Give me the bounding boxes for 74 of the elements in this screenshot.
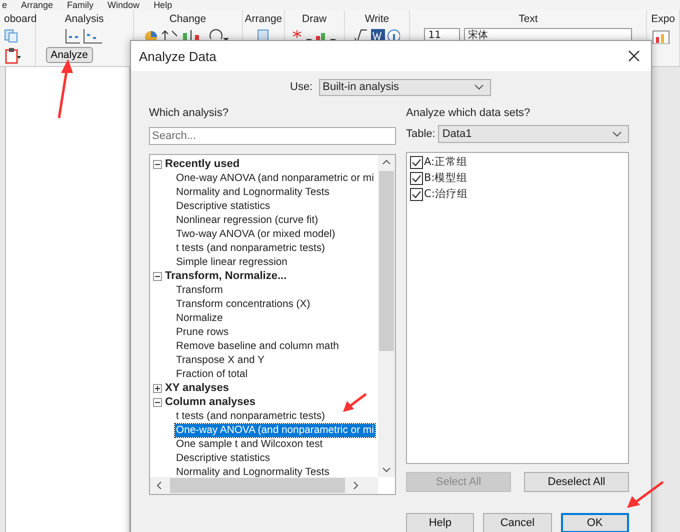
ribbon-group-label: Text (518, 13, 538, 25)
annotation-arrow (625, 480, 665, 510)
deselect-all-button[interactable]: Deselect All (524, 472, 629, 492)
analyze-button[interactable]: Analyze (46, 47, 93, 63)
tree-item[interactable]: One sample t and Wilcoxon test (175, 438, 324, 450)
tree-item[interactable]: Transform concentrations (X) (175, 298, 312, 310)
tree-item[interactable]: Transpose X and Y (175, 354, 266, 366)
scroll-up-icon[interactable] (382, 159, 391, 165)
tree-item[interactable]: Nonlinear regression (curve fit) (175, 214, 320, 226)
tree-category[interactable]: Recently used (165, 158, 240, 170)
dialog-button[interactable]: Help (406, 513, 474, 532)
tree-item[interactable]: t tests (and nonparametric tests) (175, 410, 326, 422)
menu-item[interactable]: e (2, 0, 8, 10)
close-icon[interactable] (627, 49, 641, 63)
chevron-down-icon (612, 131, 622, 137)
vertical-scrollbar[interactable] (378, 155, 395, 477)
tree-category[interactable]: Column analyses (165, 396, 256, 408)
collapse-icon[interactable] (153, 398, 162, 406)
menu-item[interactable]: Family (67, 0, 94, 10)
tree-item[interactable]: Descriptive statistics (175, 452, 272, 464)
tree-item[interactable]: Simple linear regression (175, 256, 288, 268)
export-icon[interactable] (651, 28, 672, 44)
chart-lines-icon[interactable] (64, 28, 104, 44)
menu-item[interactable]: Help (154, 0, 172, 10)
tree-item[interactable]: t tests (and nonparametric tests) (175, 242, 326, 254)
chevron-down-icon (474, 84, 484, 90)
tree-item[interactable]: One-way ANOVA (and nonparametric or mi (175, 172, 375, 184)
use-dropdown[interactable]: Built-in analysis (318, 78, 491, 96)
ribbon-group-label: Change (169, 13, 206, 25)
use-label: Use: (290, 81, 313, 93)
tree-item[interactable]: Two-way ANOVA (or mixed model) (175, 228, 336, 240)
table-label: Table: (406, 128, 436, 140)
dialog-button[interactable]: Cancel (483, 513, 552, 532)
checkbox[interactable] (410, 156, 423, 168)
tree-item[interactable]: Transform (175, 284, 224, 296)
checkbox[interactable] (410, 172, 423, 184)
tree-item[interactable]: Normality and Lognormality Tests (175, 186, 330, 198)
ribbon-group-label: Expo (651, 13, 675, 25)
scroll-down-icon[interactable] (382, 467, 391, 473)
copy-icon[interactable] (4, 29, 18, 43)
tree-item[interactable]: Prune rows (175, 326, 230, 338)
search-field[interactable]: Search... (149, 127, 396, 145)
tree-category[interactable]: Transform, Normalize... (165, 270, 287, 282)
checkbox[interactable] (410, 188, 423, 200)
tree-item[interactable]: Normality and Lognormality Tests (175, 466, 330, 477)
collapse-icon[interactable] (153, 272, 162, 280)
dialog-button[interactable]: OK (560, 513, 630, 532)
datasets-label: Analyze which data sets? (406, 106, 532, 120)
menu-item[interactable]: Arrange (21, 0, 54, 10)
tree-category[interactable]: XY analyses (165, 382, 230, 394)
tree-item[interactable]: Descriptive statistics (175, 200, 272, 212)
scroll-left-icon[interactable] (156, 481, 162, 490)
expand-icon[interactable] (153, 384, 162, 392)
horizontal-scrollbar[interactable] (150, 477, 378, 494)
ribbon-group-label: Write (364, 13, 390, 25)
which-analysis-label: Which analysis? (149, 106, 230, 120)
tree-item[interactable]: Remove baseline and column math (175, 340, 340, 352)
ribbon-group-label: Analysis (64, 13, 104, 25)
paste-icon[interactable] (4, 47, 22, 65)
dataset-label[interactable]: B:模型组 (424, 171, 468, 185)
tree-item[interactable]: Fraction of total (175, 368, 249, 380)
tree-item[interactable]: One-way ANOVA (and nonparametric or mi (175, 424, 375, 436)
dataset-label[interactable]: C:治疗组 (424, 187, 468, 201)
tree-item[interactable]: Normalize (175, 312, 224, 324)
table-dropdown[interactable]: Data1 (438, 125, 629, 143)
collapse-icon[interactable] (153, 160, 162, 168)
dataset-label[interactable]: A:正常组 (424, 155, 468, 169)
dialog-title: Analyze Data (139, 48, 216, 64)
ribbon-group-label: Draw (302, 13, 327, 25)
annotation-arrow (342, 392, 368, 414)
ribbon-group-label: Arrange (244, 13, 282, 25)
scroll-right-icon[interactable] (353, 481, 359, 490)
ribbon-group-label: oboard (4, 13, 37, 25)
menu-item[interactable]: Window (108, 0, 140, 10)
